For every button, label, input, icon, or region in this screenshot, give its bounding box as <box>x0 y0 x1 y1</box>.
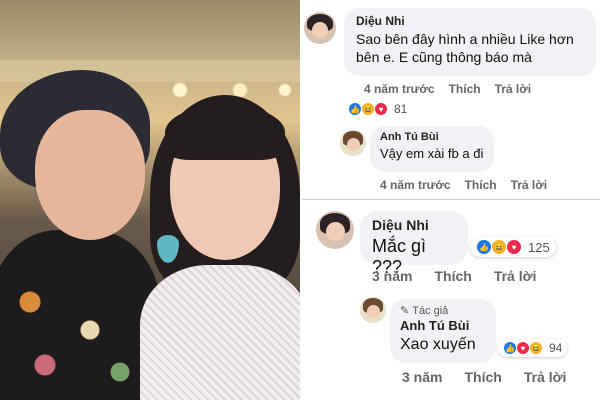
reaction-summary[interactable]: 👍 😆 ♥ 81 <box>348 102 407 116</box>
reply-like-link[interactable]: Thích <box>464 369 501 385</box>
love-reaction-icon: ♥ <box>506 239 522 255</box>
comment-actions: 3 năm Thích Trả lời <box>372 268 536 284</box>
reply-text: Xao xuyến <box>400 336 476 353</box>
woman-mesh-top <box>140 265 300 400</box>
like-link[interactable]: Thích <box>449 82 481 96</box>
reply-author[interactable]: Anh Tú Bùi <box>400 318 486 333</box>
reply-reply-link[interactable]: Trả lời <box>511 178 548 192</box>
reaction-count: 94 <box>549 341 563 355</box>
comment-bubble[interactable]: Diệu Nhi Sao bên đây hình a nhiều Like h… <box>344 8 596 76</box>
reply-link[interactable]: Trả lời <box>494 268 537 284</box>
avatar-dieu-nhi[interactable] <box>316 211 354 249</box>
man-face <box>35 110 145 240</box>
comment-time[interactable]: 3 năm <box>372 268 412 284</box>
avatar-dieu-nhi[interactable] <box>304 12 336 44</box>
love-reaction-icon: ♥ <box>516 341 530 355</box>
reply-bubble[interactable]: ✎ Tác giả Anh Tú Bùi Xao xuyến <box>390 299 496 363</box>
pencil-icon: ✎ <box>400 305 410 317</box>
comment-author[interactable]: Diệu Nhi <box>356 14 584 28</box>
like-reaction-icon: 👍 <box>476 239 492 255</box>
couple-photo <box>0 0 300 400</box>
reaction-count: 81 <box>394 102 408 116</box>
comment-panel-top: Diệu Nhi Sao bên đây hình a nhiều Like h… <box>302 0 600 200</box>
love-reaction-icon: ♥ <box>374 102 388 116</box>
reply-like-link[interactable]: Thích <box>465 178 497 192</box>
haha-reaction-icon: 😆 <box>529 341 543 355</box>
reply-actions: 3 năm Thích Trả lời <box>402 369 566 385</box>
floral-pattern <box>0 260 150 400</box>
comment-time[interactable]: 4 năm trước <box>364 82 435 96</box>
reaction-count: 125 <box>528 239 550 255</box>
reply-actions: 4 năm trước Thích Trả lời <box>380 178 547 192</box>
comment-bubble[interactable]: Diệu Nhi Mắc gì ??? <box>360 211 468 277</box>
reply-author[interactable]: Anh Tú Bùi <box>380 131 484 143</box>
haha-reaction-icon: 😆 <box>491 239 507 255</box>
haha-reaction-icon: 😆 <box>361 102 375 116</box>
reply-text: Vậy em xài fb a đi <box>380 146 484 161</box>
reply-reply-link[interactable]: Trả lời <box>524 369 567 385</box>
reply-time[interactable]: 3 năm <box>402 369 442 385</box>
woman-bangs <box>165 105 285 160</box>
like-link[interactable]: Thích <box>434 268 471 284</box>
reaction-summary[interactable]: 👍 😆 ♥ 125 <box>470 237 556 257</box>
reply-link[interactable]: Trả lời <box>495 82 532 96</box>
avatar-anh-tu-bui[interactable] <box>340 130 366 156</box>
like-reaction-icon: 👍 <box>503 341 517 355</box>
comment-actions: 4 năm trước Thích Trả lời <box>364 82 531 96</box>
like-reaction-icon: 👍 <box>348 102 362 116</box>
reply-bubble[interactable]: Anh Tú Bùi Vậy em xài fb a đi <box>370 126 494 172</box>
author-badge: ✎ Tác giả <box>400 305 449 317</box>
comment-text: Sao bên đây hình a nhiều Like hơn bên e.… <box>356 31 574 65</box>
reaction-summary[interactable]: 👍 ♥ 😆 94 <box>498 339 568 357</box>
reply-time[interactable]: 4 năm trước <box>380 178 451 192</box>
comment-panel-bottom: Diệu Nhi Mắc gì ??? 👍 😆 ♥ 125 3 năm Thíc… <box>302 201 600 400</box>
comment-author[interactable]: Diệu Nhi <box>372 217 456 233</box>
avatar-anh-tu-bui[interactable] <box>360 297 386 323</box>
